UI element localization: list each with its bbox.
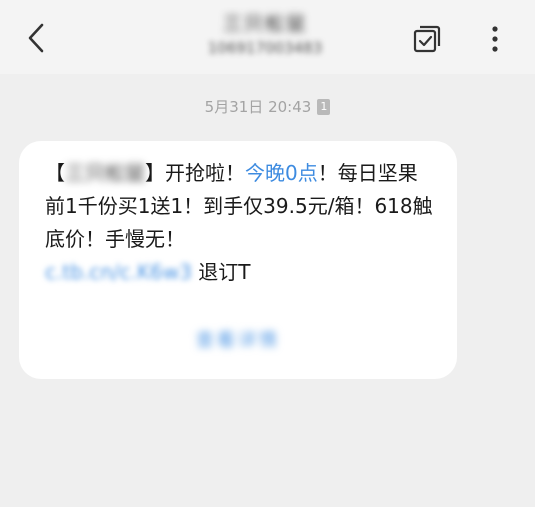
contact-name: 三只松鼠 <box>222 13 307 35</box>
back-button[interactable] <box>18 18 54 58</box>
chevron-left-icon <box>28 23 44 53</box>
bracket-open: 【 <box>45 161 65 185</box>
time-highlight-link[interactable]: 今晚0点 <box>245 161 318 185</box>
message-url-link[interactable]: c.tb.cn/c.K6w3 <box>45 260 192 284</box>
unsubscribe-text: 退订T <box>191 260 251 284</box>
conversation-title: 三只松鼠 106917003483 <box>150 10 380 66</box>
copy-check-icon <box>413 25 441 53</box>
view-details-link[interactable]: 查看详情 <box>196 330 280 351</box>
message-text: 【三只松鼠】开抢啦！今晚0点！每日坚果前1千份买1送1！到手仅39.5元/箱！6… <box>45 157 433 289</box>
copy-button[interactable] <box>410 22 444 56</box>
more-options-button[interactable] <box>480 20 510 58</box>
message-lead: 】开抢啦！ <box>145 161 245 185</box>
message-action-row: 查看详情 <box>19 326 457 352</box>
app-header: 三只松鼠 106917003483 <box>0 0 535 74</box>
message-timestamp: 5月31日 20:43 1 <box>0 96 535 117</box>
contact-number: 106917003483 <box>207 39 323 57</box>
more-vertical-icon <box>492 26 498 52</box>
message-bubble[interactable]: 【三只松鼠】开抢啦！今晚0点！每日坚果前1千份买1送1！到手仅39.5元/箱！6… <box>19 141 457 379</box>
sender-name: 三只松鼠 <box>65 161 145 185</box>
timestamp-text: 5月31日 20:43 <box>204 98 312 116</box>
sim-badge: 1 <box>317 98 331 115</box>
